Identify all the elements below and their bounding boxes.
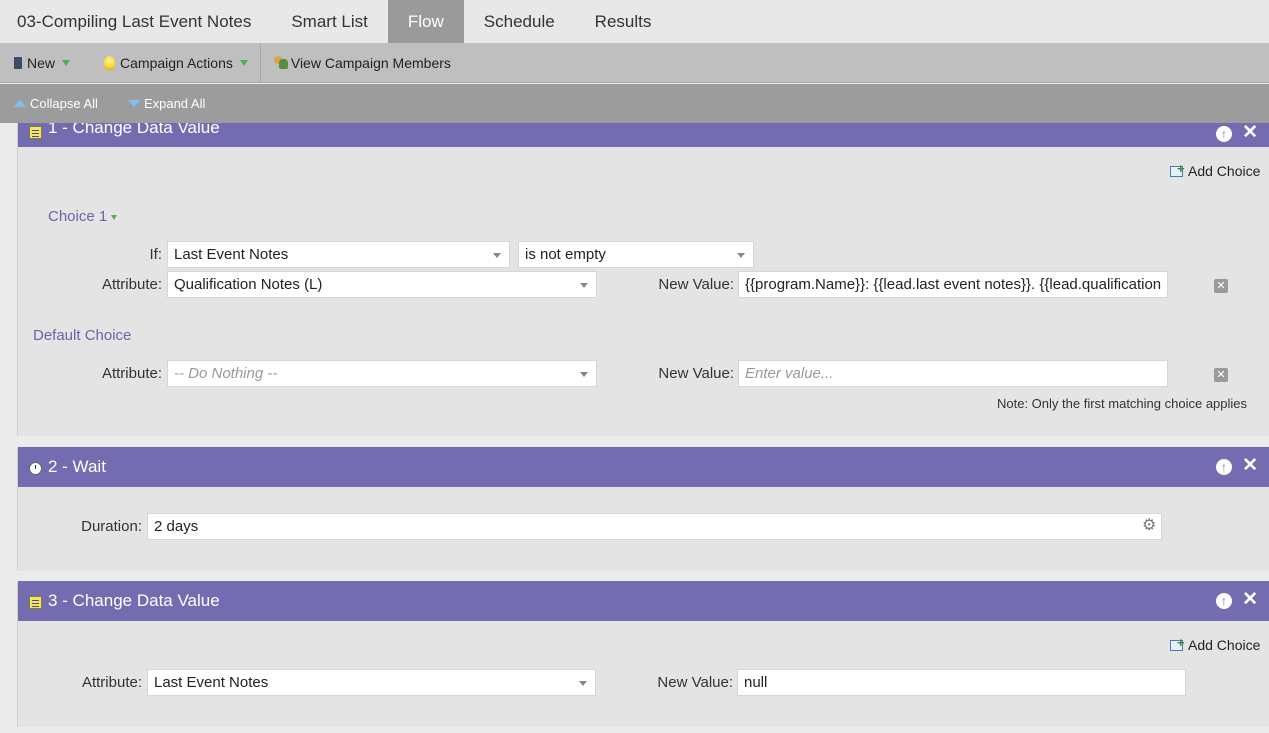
tab-bar: 03-Compiling Last Event Notes Smart List… xyxy=(0,0,1269,43)
move-up-icon[interactable]: ↑ xyxy=(1216,593,1232,609)
add-choice-button[interactable]: Add Choice xyxy=(1170,161,1261,179)
new-label: New xyxy=(27,54,56,71)
view-members-label: View Campaign Members xyxy=(290,54,451,71)
add-choice-icon xyxy=(1170,635,1186,652)
flow-step-1: 1 - Change Data Value ↑ ✕ Add Choice Cho… xyxy=(17,123,1269,436)
change-data-value-icon xyxy=(29,596,42,609)
move-up-icon[interactable]: ↑ xyxy=(1216,459,1232,475)
dropdown-arrow-icon xyxy=(239,59,248,66)
dropdown-arrow-icon xyxy=(111,214,118,220)
tab-campaign-name[interactable]: 03-Compiling Last Event Notes xyxy=(0,0,271,43)
default-attribute-label: Attribute: xyxy=(101,365,162,382)
close-icon[interactable]: ✕ xyxy=(1242,590,1258,610)
new-button[interactable]: New xyxy=(0,43,82,83)
step-1-title: 1 - Change Data Value xyxy=(48,123,220,137)
flow-canvas: 1 - Change Data Value ↑ ✕ Add Choice Cho… xyxy=(0,123,1269,733)
duration-label: Duration: xyxy=(81,518,142,535)
dropdown-arrow-icon xyxy=(62,59,71,66)
close-icon[interactable]: ✕ xyxy=(1242,123,1258,143)
attribute-label: Attribute: xyxy=(101,276,162,293)
collapse-arrow-icon xyxy=(14,100,26,107)
campaign-actions-label: Campaign Actions xyxy=(120,54,233,71)
if-operator-select[interactable]: is not empty xyxy=(518,241,754,268)
move-up-icon[interactable]: ↑ xyxy=(1216,126,1232,142)
default-attribute-select[interactable]: -- Do Nothing -- xyxy=(167,360,597,387)
members-icon xyxy=(273,55,289,70)
duration-input[interactable]: 2 days xyxy=(147,513,1162,540)
expand-arrow-icon xyxy=(127,100,140,107)
delete-choice-icon[interactable]: ✕ xyxy=(1214,279,1228,293)
default-choice-link[interactable]: Default Choice xyxy=(33,327,131,344)
add-choice-label: Add Choice xyxy=(1188,163,1261,179)
delete-default-icon[interactable]: ✕ xyxy=(1214,368,1228,382)
choice-1-label: Choice 1 xyxy=(48,208,108,225)
default-new-value-label: New Value: xyxy=(658,365,734,382)
choice-1-link[interactable]: Choice 1 xyxy=(48,208,118,225)
new-icon xyxy=(14,56,22,69)
wait-clock-icon xyxy=(29,462,42,475)
matching-choice-note: Note: Only the first matching choice app… xyxy=(997,396,1248,411)
add-choice-button[interactable]: Add Choice xyxy=(1170,635,1261,653)
attribute-select[interactable]: Qualification Notes (L) xyxy=(167,271,597,298)
attribute-select[interactable]: Last Event Notes xyxy=(147,669,596,696)
new-value-label: New Value: xyxy=(657,674,733,691)
if-field-select[interactable]: Last Event Notes xyxy=(167,241,510,268)
tab-results[interactable]: Results xyxy=(575,0,672,43)
add-choice-label: Add Choice xyxy=(1188,637,1261,653)
collapse-all-button[interactable]: Collapse All xyxy=(0,96,114,111)
new-value-input[interactable]: null xyxy=(737,669,1186,696)
attribute-label: Attribute: xyxy=(81,674,142,691)
new-value-input[interactable]: {{program.Name}}: {{lead.last event note… xyxy=(738,271,1168,298)
flow-step-3: 3 - Change Data Value ↑ ✕ Add Choice Att… xyxy=(17,581,1269,727)
step-3-header: 3 - Change Data Value ↑ ✕ xyxy=(18,581,1269,621)
add-choice-icon xyxy=(1170,161,1186,178)
new-value-label: New Value: xyxy=(658,276,734,293)
tab-flow[interactable]: Flow xyxy=(387,0,464,43)
lightbulb-icon xyxy=(104,55,116,70)
flow-step-2: 2 - Wait ↑ ✕ Duration: 2 days ⚙ xyxy=(17,447,1269,571)
collapse-bar: Collapse All Expand All xyxy=(0,84,1269,123)
expand-all-label: Expand All xyxy=(143,96,206,111)
step-1-header: 1 - Change Data Value ↑ ✕ xyxy=(18,123,1269,147)
step-2-header: 2 - Wait ↑ ✕ xyxy=(18,447,1269,487)
gear-icon[interactable]: ⚙ xyxy=(1142,515,1156,535)
change-data-value-icon xyxy=(29,126,42,139)
default-new-value-input[interactable]: Enter value... xyxy=(738,360,1168,387)
step-3-title: 3 - Change Data Value xyxy=(48,591,220,610)
toolbar: New Campaign Actions View Campaign Membe… xyxy=(0,42,1269,83)
collapse-all-label: Collapse All xyxy=(30,96,98,111)
tab-schedule[interactable]: Schedule xyxy=(464,0,575,43)
expand-all-button[interactable]: Expand All xyxy=(114,96,221,111)
campaign-actions-button[interactable]: Campaign Actions xyxy=(82,43,260,83)
view-campaign-members-button[interactable]: View Campaign Members xyxy=(261,43,463,83)
if-label: If: xyxy=(149,246,162,263)
step-2-title: 2 - Wait xyxy=(48,457,106,476)
close-icon[interactable]: ✕ xyxy=(1242,456,1258,476)
tab-smart-list[interactable]: Smart List xyxy=(271,0,388,43)
